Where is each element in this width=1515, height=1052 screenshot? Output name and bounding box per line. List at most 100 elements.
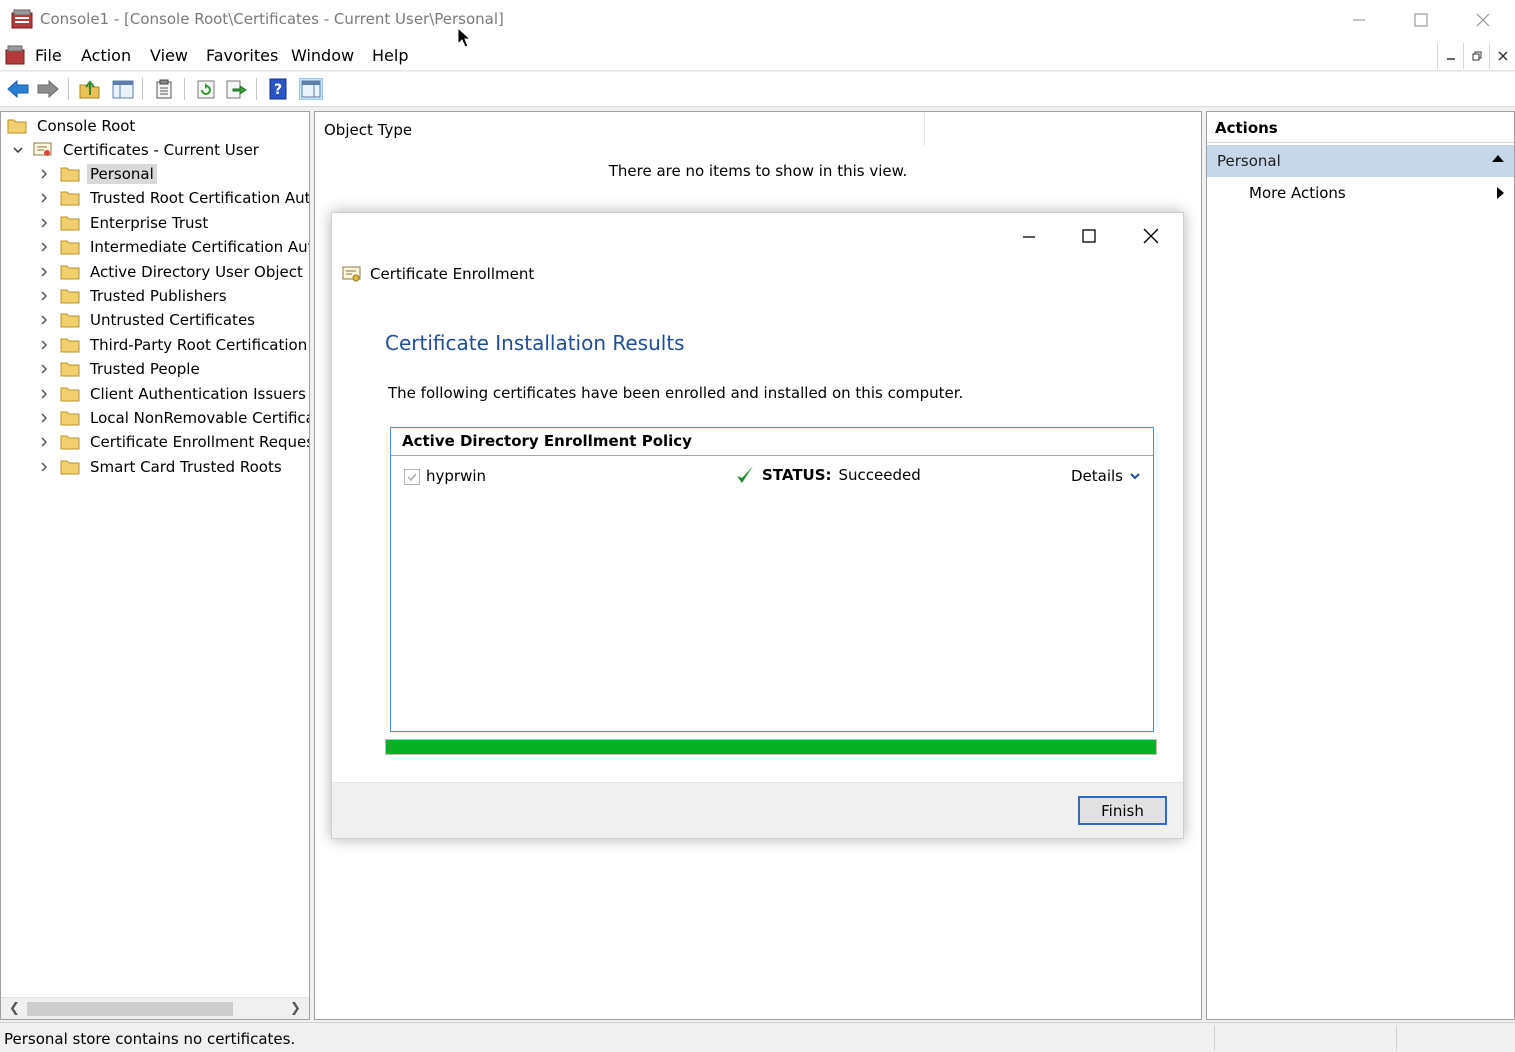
menu-favorites[interactable]: Favorites (206, 46, 278, 65)
enrollment-progress-bar (385, 739, 1157, 755)
policy-title: Active Directory Enrollment Policy (402, 432, 692, 450)
chevron-right-icon[interactable] (37, 338, 51, 352)
collapse-up-icon[interactable] (1492, 155, 1504, 162)
tree-label: Console Root (37, 117, 136, 135)
child-minimize-button[interactable] (1437, 43, 1463, 69)
tree-label: Trusted Publishers (90, 287, 227, 305)
tree-label: Trusted Root Certification Auth (90, 189, 310, 208)
refresh-button[interactable] (194, 78, 218, 100)
show-hide-action-pane-button[interactable] (299, 78, 323, 100)
chevron-down-icon[interactable] (11, 143, 25, 157)
svg-text:?: ? (274, 82, 282, 98)
dialog-close-button[interactable] (1131, 221, 1171, 251)
close-button[interactable] (1452, 0, 1514, 40)
chevron-right-icon[interactable] (37, 191, 51, 205)
folder-icon (60, 338, 80, 353)
menu-action[interactable]: Action (81, 46, 131, 65)
tree-item[interactable]: Personal (37, 162, 157, 186)
checkmark-icon (407, 473, 417, 482)
actions-section-personal[interactable]: Personal (1207, 145, 1514, 177)
folder-icon (60, 216, 80, 231)
enrollment-results-list: Active Directory Enrollment Policy hyprw… (390, 427, 1154, 732)
tree-horizontal-scrollbar[interactable]: ❮ ❯ (1, 997, 309, 1019)
folder-icon (60, 362, 80, 377)
progress-fill (386, 740, 1156, 754)
chevron-right-icon[interactable] (37, 240, 51, 254)
child-restore-button[interactable] (1463, 43, 1489, 69)
forward-button[interactable] (36, 78, 60, 100)
tree-item[interactable]: Untrusted Certificates (37, 308, 258, 332)
finish-button[interactable]: Finish (1078, 796, 1167, 825)
actions-section-label: Personal (1217, 152, 1281, 170)
tree-item[interactable]: Client Authentication Issuers (37, 382, 309, 406)
tree-item-certificates-current-user[interactable]: Certificates - Current User (11, 138, 262, 162)
export-list-button[interactable] (224, 78, 248, 100)
column-header-object-type[interactable]: Object Type (315, 112, 925, 146)
tree-item[interactable]: Active Directory User Object (37, 260, 306, 284)
menu-window[interactable]: Window (291, 46, 354, 65)
close-icon (1143, 228, 1159, 244)
tree-item[interactable]: Trusted People (37, 357, 203, 381)
tree-item[interactable]: Intermediate Certification Auth (37, 235, 310, 259)
up-one-level-button[interactable] (78, 78, 102, 100)
folder-icon (60, 460, 80, 475)
scroll-right-icon[interactable]: ❯ (290, 1001, 301, 1016)
minimize-button[interactable] (1328, 0, 1390, 40)
console-icon[interactable] (5, 45, 25, 65)
console-tree-icon (112, 80, 134, 99)
menu-view[interactable]: View (150, 46, 188, 65)
dialog-maximize-button[interactable] (1069, 221, 1109, 251)
tree-label: Active Directory User Object (90, 262, 303, 281)
child-close-button[interactable] (1489, 43, 1515, 69)
chevron-right-icon[interactable] (37, 313, 51, 327)
details-label: Details (1071, 467, 1124, 485)
chevron-right-icon[interactable] (37, 387, 51, 401)
menu-help[interactable]: Help (372, 46, 408, 65)
chevron-right-icon[interactable] (37, 216, 51, 230)
export-icon (226, 80, 247, 99)
certificate-checkbox[interactable] (404, 469, 420, 485)
help-button[interactable]: ? (266, 78, 290, 100)
maximize-button[interactable] (1390, 0, 1452, 40)
tree-item[interactable]: Third-Party Root Certification A (37, 333, 310, 357)
tree-item[interactable]: Enterprise Trust (37, 211, 211, 235)
arrow-right-icon (37, 80, 59, 98)
tree-label: Enterprise Trust (90, 213, 209, 232)
chevron-right-icon[interactable] (37, 265, 51, 279)
chevron-right-icon[interactable] (37, 435, 51, 449)
maximize-icon (1414, 13, 1428, 27)
mmc-app-icon (11, 9, 33, 29)
back-button[interactable] (6, 78, 30, 100)
tree-item[interactable]: Certificate Enrollment Request: (37, 430, 309, 454)
folder-icon (60, 387, 80, 402)
details-toggle[interactable]: Details (1071, 467, 1141, 485)
tree-label: Third-Party Root Certification A (90, 335, 310, 354)
close-icon (1476, 13, 1490, 27)
tree-item[interactable]: Trusted Publishers (37, 284, 230, 308)
scrollbar-thumb[interactable] (27, 1002, 233, 1016)
show-hide-tree-button[interactable] (111, 78, 135, 100)
title-bar: Console1 - [Console Root\Certificates - … (0, 0, 1515, 40)
chevron-right-icon[interactable] (37, 289, 51, 303)
folder-icon (60, 289, 80, 304)
scroll-left-icon[interactable]: ❮ (9, 1001, 20, 1016)
menu-file[interactable]: File (35, 46, 62, 65)
success-check-icon (737, 466, 753, 483)
tree-label: Intermediate Certification Auth (90, 238, 310, 257)
chevron-right-icon[interactable] (37, 362, 51, 376)
dialog-minimize-button[interactable] (1009, 221, 1049, 251)
action-pane-icon (301, 80, 321, 98)
chevron-right-icon[interactable] (37, 460, 51, 474)
folder-icon (60, 435, 80, 450)
results-description: The following certificates have been enr… (388, 384, 964, 402)
properties-button[interactable] (152, 78, 176, 100)
tree-item[interactable]: Trusted Root Certification Auth (37, 186, 310, 210)
folder-icon (7, 119, 27, 134)
tree-item[interactable]: Local NonRemovable Certificat (37, 406, 309, 430)
tree-item-console-root[interactable]: Console Root (7, 114, 138, 138)
chevron-right-icon[interactable] (37, 411, 51, 425)
tree-item[interactable]: Smart Card Trusted Roots (37, 455, 285, 479)
more-actions-item[interactable]: More Actions (1207, 180, 1514, 208)
chevron-right-icon[interactable] (37, 167, 51, 181)
menu-bar: File Action View Favorites Window Help (0, 40, 1515, 71)
